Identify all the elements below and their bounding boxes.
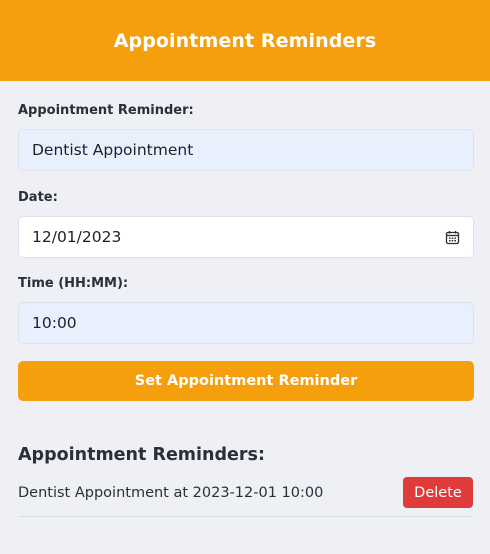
date-input-value: 12/01/2023 [32,228,122,246]
date-input[interactable]: 12/01/2023 [18,216,474,258]
time-input[interactable]: 10:00 [18,302,474,344]
page-title: Appointment Reminders [113,29,377,52]
reminder-item-text: Dentist Appointment at 2023-12-01 10:00 [18,484,324,501]
time-label: Time (HH:MM): [18,276,129,291]
calendar-icon[interactable] [445,230,460,245]
app-header: Appointment Reminders [0,0,490,81]
list-item: Dentist Appointment at 2023-12-01 10:00 … [18,477,473,517]
delete-button[interactable]: Delete [403,477,473,508]
reminders-title: Appointment Reminders: [18,445,265,465]
reminders-section: Appointment Reminders: Dentist Appointme… [0,401,490,517]
reminder-label: Appointment Reminder: [18,103,194,118]
reminder-input[interactable]: Dentist Appointment [18,129,474,171]
reminder-input-value: Dentist Appointment [32,141,194,159]
date-label: Date: [18,190,58,205]
set-reminder-button[interactable]: Set Appointment Reminder [18,361,474,401]
reminder-form: Appointment Reminder: Dentist Appointmen… [0,81,490,401]
time-input-value: 10:00 [32,314,77,332]
